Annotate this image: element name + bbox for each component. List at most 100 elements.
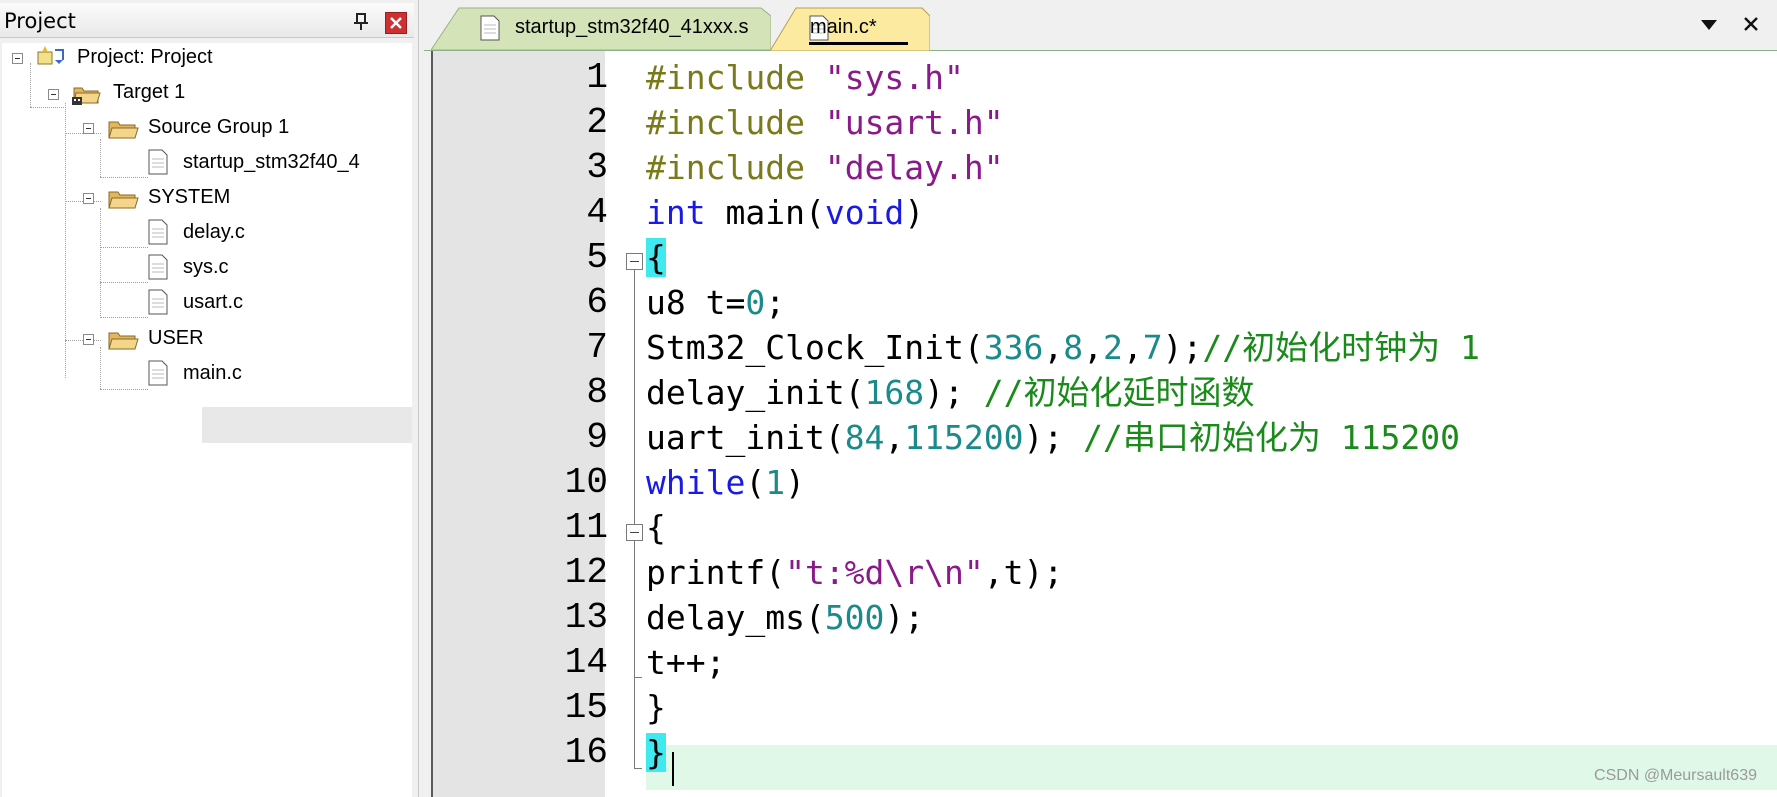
fold-toggle[interactable] [626, 253, 643, 270]
code-token: 115200 [904, 418, 1024, 457]
line-number: 6 [586, 282, 608, 323]
project-panel: Project Project: Project Target 1 Source… [0, 0, 419, 797]
file-icon [148, 219, 168, 245]
code-token: #include [646, 148, 805, 187]
code-token: "t:%d\r\n" [785, 553, 984, 592]
line-number: 9 [586, 417, 608, 458]
collapse-toggle[interactable] [83, 123, 94, 134]
code-token: while [646, 463, 746, 502]
code-line: #include "delay.h" [646, 145, 1004, 190]
code-line: #include "usart.h" [646, 100, 1004, 145]
code-editor[interactable]: 1 2 3 4 5 6 7 8 9 10 11 12 13 14 15 16 #include "sys.h"… [431, 51, 1777, 797]
code-token: delay_init( [646, 373, 865, 412]
tree-label-file: startup_stm32f40_4 [183, 151, 360, 173]
fold-guide [634, 541, 635, 768]
code-token: #include [646, 58, 805, 97]
code-line: t++; [646, 640, 725, 685]
editor-tab-active[interactable]: main.c* [770, 6, 930, 51]
code-token: "sys.h" [824, 58, 964, 97]
line-number: 2 [586, 102, 608, 143]
code-token: delay_ms( [646, 598, 825, 637]
code-token: 2 [1103, 328, 1123, 367]
tree-label-file: sys.c [183, 256, 229, 278]
code-line: { [646, 505, 666, 550]
tree-label-group: SYSTEM [148, 186, 231, 208]
tree-label-project: Project: Project [77, 46, 213, 68]
line-number: 7 [586, 327, 608, 368]
code-token: { [646, 508, 666, 547]
code-token: //初始化时钟为 1 [1202, 328, 1480, 367]
code-token: 84 [844, 418, 885, 457]
code-token: 7 [1142, 328, 1163, 367]
code-line: while(1) [646, 460, 805, 505]
code-token: ) [904, 193, 925, 232]
code-token: } [646, 688, 666, 727]
code-token: ); [1162, 328, 1203, 367]
code-token: 8 [1063, 328, 1084, 367]
code-token: } [646, 733, 666, 772]
collapse-toggle[interactable] [12, 53, 23, 64]
file-icon [148, 360, 168, 386]
line-number: 4 [586, 192, 608, 233]
code-token: 0 [745, 283, 766, 322]
code-token: ); [884, 598, 925, 637]
code-line: } [646, 685, 666, 730]
code-token: , [1122, 328, 1143, 367]
code-token: t++; [646, 643, 726, 682]
folder-icon [108, 121, 139, 139]
project-panel-title: Project [4, 9, 76, 33]
fold-end-marker [634, 768, 642, 769]
folder-icon [108, 191, 139, 209]
tree-label-file: delay.c [183, 221, 245, 243]
code-line: printf("t:%d\r\n",t); [646, 550, 1063, 595]
dropdown-icon[interactable] [1699, 18, 1719, 32]
code-token: ); [924, 373, 984, 412]
code-token: 500 [824, 598, 885, 637]
close-icon [390, 17, 402, 29]
watermark: CSDN @Meursault639 [1594, 767, 1757, 784]
code-token: uart_init( [646, 418, 845, 457]
line-number: 15 [564, 687, 608, 728]
line-number: 12 [564, 552, 608, 593]
editor-area: startup_stm32f40_41xxx.s main.c* 1234567… [424, 0, 1777, 797]
project-panel-header: Project [0, 3, 414, 38]
collapse-toggle[interactable] [83, 193, 94, 204]
editor-tab[interactable]: startup_stm32f40_41xxx.s [431, 6, 771, 50]
code-token: u8 t= [646, 283, 746, 322]
code-line: { [646, 235, 666, 280]
active-tab-underline [809, 42, 908, 45]
collapse-toggle[interactable] [48, 89, 59, 100]
close-icon[interactable] [1741, 14, 1761, 34]
code-token: int [646, 193, 706, 232]
panel-close-button[interactable] [385, 12, 407, 34]
tree-label-group: USER [148, 327, 204, 349]
code-token: printf( [646, 553, 786, 592]
pin-icon[interactable] [350, 11, 372, 33]
code-line: int main(void) [646, 190, 924, 235]
code-token: , [1043, 328, 1064, 367]
line-number: 11 [564, 507, 608, 548]
collapse-toggle[interactable] [83, 334, 94, 345]
code-token: void [824, 193, 905, 232]
file-icon [148, 149, 168, 175]
file-icon [148, 254, 168, 280]
text-caret [672, 752, 674, 786]
line-number: 3 [586, 147, 608, 188]
code-token: 168 [864, 373, 925, 412]
code-token: ( [745, 463, 766, 502]
line-number: 10 [564, 462, 608, 503]
line-number: 16 [564, 732, 608, 773]
fold-toggle[interactable] [626, 524, 643, 541]
code-line: Stm32_Clock_Init(336,8,2,7);//初始化时钟为 1 [646, 325, 1480, 370]
project-tree: Project: Project Target 1 Source Group 1 [2, 43, 412, 797]
project-icon [37, 46, 64, 65]
code-line: u8 t=0; [646, 280, 785, 325]
code-token: , [1083, 328, 1103, 367]
code-token: "delay.h" [824, 148, 1004, 187]
line-number: 1 [586, 57, 608, 98]
code-line: delay_ms(500); [646, 595, 924, 640]
code-token: 1 [765, 463, 786, 502]
